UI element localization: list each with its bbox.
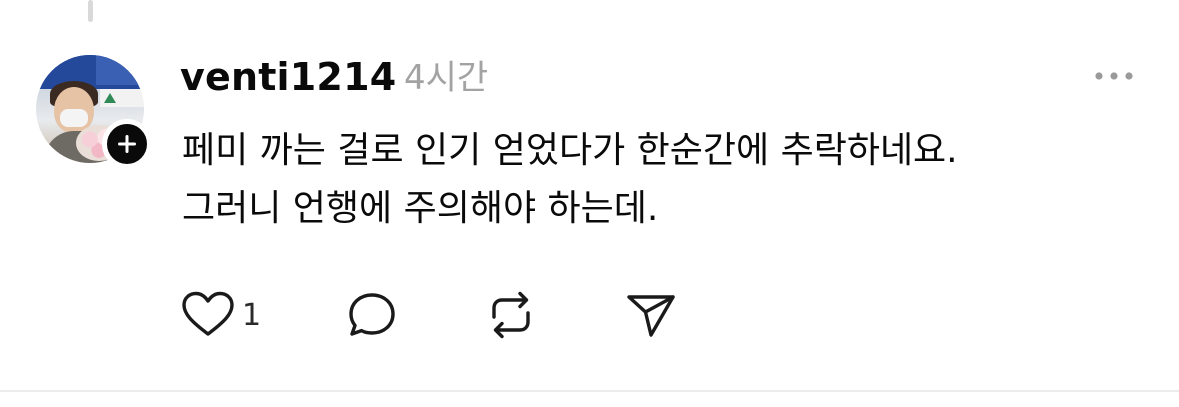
- like-count: 1: [242, 297, 262, 333]
- repost-button[interactable]: [484, 290, 538, 340]
- comment-bubble-icon: [349, 293, 395, 336]
- send-icon: [627, 295, 675, 337]
- like-button[interactable]: 1: [180, 290, 261, 340]
- repost-icon: [492, 291, 530, 339]
- more-options-button[interactable]: [1092, 62, 1136, 90]
- post-timestamp: 4시간: [404, 58, 489, 98]
- avatar-mask: [60, 109, 88, 127]
- post-body: 페미 까는 걸로 인기 얻었다가 한순간에 추락하네요. 그러니 언행에 주의해…: [182, 122, 1142, 238]
- heart-icon: [182, 291, 234, 336]
- plus-icon: [118, 135, 136, 153]
- share-button[interactable]: [624, 290, 678, 340]
- more-horizontal-icon: [1095, 72, 1133, 80]
- post-text-line: 그러니 언행에 주의해야 하는데.: [182, 188, 659, 229]
- username[interactable]: venti1214: [180, 54, 396, 100]
- follow-button[interactable]: [102, 119, 152, 169]
- thread-connector-line: [88, 0, 93, 22]
- post-text-line: 페미 까는 걸로 인기 얻었다가 한순간에 추락하네요.: [182, 130, 958, 171]
- comment-button[interactable]: [346, 290, 398, 340]
- avatar-sign-mark: [104, 93, 116, 103]
- post-divider: [0, 390, 1179, 392]
- avatar-banner-right: [96, 55, 144, 85]
